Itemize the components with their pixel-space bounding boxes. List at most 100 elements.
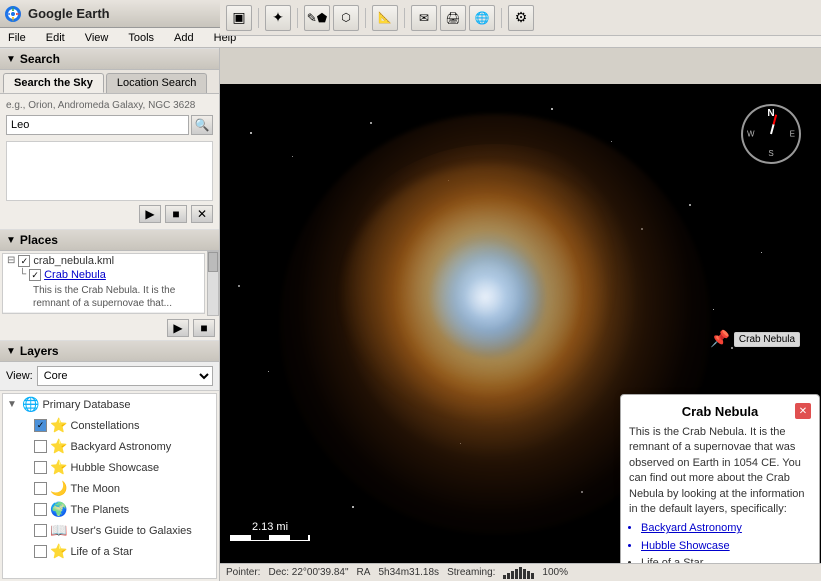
places-controls: ▶ ■: [0, 316, 219, 340]
layers-section-label: Layers: [20, 344, 59, 358]
places-scroll-thumb[interactable]: [208, 252, 218, 272]
places-play-button[interactable]: ▶: [167, 319, 189, 337]
stream-bar-5: [519, 567, 522, 579]
tab-search-sky[interactable]: Search the Sky: [3, 73, 104, 93]
places-item-crab: └ ✓ Crab Nebula: [3, 268, 204, 282]
compass-east-label: E: [790, 130, 795, 139]
zoom-level: 100%: [542, 567, 568, 578]
menu-edit[interactable]: Edit: [42, 31, 69, 45]
play-button[interactable]: ▶: [139, 205, 161, 223]
draw-button[interactable]: ✎⬟: [304, 5, 330, 31]
ra-label: RA: [357, 567, 371, 578]
map-area[interactable]: N S W E 📌 Crab Nebula Crab Nebula ✕ This…: [220, 84, 821, 563]
popup-list-item-hubble[interactable]: Hubble Showcase: [641, 539, 811, 554]
layer-hubble: ⭐ Hubble Showcase: [3, 457, 216, 478]
menu-add[interactable]: Add: [170, 31, 198, 45]
clear-button[interactable]: ✕: [191, 205, 213, 223]
view-select[interactable]: Core All: [37, 366, 213, 386]
streaming-label: Streaming:: [447, 567, 495, 578]
placemark-crab-nebula[interactable]: 📌 Crab Nebula: [710, 329, 800, 349]
nebula-core: [385, 214, 585, 399]
moon-checkbox[interactable]: [34, 482, 47, 495]
print-button[interactable]: 🖨: [440, 5, 466, 31]
places-tree: ⊟ ✓ crab_nebula.kml └ ✓ Crab Nebula This…: [2, 253, 205, 314]
email-button[interactable]: ✉: [411, 5, 437, 31]
primary-db-icon: 🌐: [22, 396, 39, 413]
stream-bar-4: [515, 569, 518, 579]
search-input[interactable]: [6, 115, 189, 135]
scale-seg-1: [231, 535, 251, 540]
measure-button[interactable]: ⬡: [333, 5, 359, 31]
places-section-header[interactable]: ▼ Places: [0, 229, 219, 251]
search-button[interactable]: 🔍: [191, 115, 213, 135]
menu-tools[interactable]: Tools: [124, 31, 158, 45]
primary-db-expand[interactable]: ▼: [7, 399, 19, 410]
guide-checkbox[interactable]: [34, 524, 47, 537]
moon-label: The Moon: [70, 483, 120, 495]
kml-checkbox[interactable]: ✓: [18, 255, 30, 267]
app-icon: [4, 5, 22, 23]
backyard-checkbox[interactable]: [34, 440, 47, 453]
streaming-indicator: [503, 567, 534, 579]
layers-view-row: View: Core All: [0, 362, 219, 391]
stop-button[interactable]: ■: [165, 205, 187, 223]
toolbar-separator-4: [404, 8, 405, 28]
stream-bar-6: [523, 569, 526, 579]
scale-seg-3: [270, 535, 290, 540]
popup-close-button[interactable]: ✕: [795, 403, 811, 419]
left-panel: ▼ Search Search the Sky Location Search …: [0, 48, 220, 581]
pointer-coords: Dec: 22°00'39.84": [268, 567, 348, 578]
hubble-checkbox[interactable]: [34, 461, 47, 474]
map-toolbar: ▣ ✦ ✎⬟ ⬡ 📐 ✉ 🖨 🌐 ⚙: [220, 0, 821, 36]
settings-button[interactable]: ⚙: [508, 5, 534, 31]
places-item-kml: ⊟ ✓ crab_nebula.kml: [3, 254, 204, 268]
ra-value: 5h34m31.18s: [378, 567, 439, 578]
stream-bar-3: [511, 571, 514, 579]
menu-file[interactable]: File: [4, 31, 30, 45]
tab-location-search[interactable]: Location Search: [106, 73, 208, 93]
search-input-row: 🔍: [6, 115, 213, 135]
planets-label: The Planets: [70, 504, 129, 516]
crab-nebula-label[interactable]: Crab Nebula: [44, 269, 106, 281]
view-label: View:: [6, 370, 33, 382]
popup-list: Backyard Astronomy Hubble Showcase Life …: [641, 521, 811, 563]
layers-section-header[interactable]: ▼ Layers: [0, 340, 219, 362]
sidebar-toggle-button[interactable]: ▣: [226, 5, 252, 31]
web-button[interactable]: 🌐: [469, 5, 495, 31]
scale-seg-4: [290, 535, 310, 540]
planets-checkbox[interactable]: [34, 503, 47, 516]
layer-primary-db: ▼ 🌐 Primary Database: [3, 394, 216, 415]
popup-header: Crab Nebula ✕: [629, 403, 811, 419]
places-scrollbar[interactable]: [207, 251, 219, 316]
hubble-icon: ⭐: [50, 459, 67, 476]
life-star-checkbox[interactable]: [34, 545, 47, 558]
popup-list-item-backyard[interactable]: Backyard Astronomy: [641, 521, 811, 536]
ruler-button[interactable]: 📐: [372, 5, 398, 31]
kml-file-label[interactable]: crab_nebula.kml: [33, 255, 114, 267]
compass-west-label: W: [747, 130, 755, 139]
places-section-label: Places: [20, 233, 58, 247]
primary-db-label: Primary Database: [42, 399, 130, 411]
moon-icon: 🌙: [50, 480, 67, 497]
toolbar-separator-1: [258, 8, 259, 28]
crab-expand-icon[interactable]: └: [19, 269, 26, 280]
hubble-label: Hubble Showcase: [70, 462, 159, 474]
constellations-checkbox[interactable]: ✓: [34, 419, 47, 432]
guide-label: User's Guide to Galaxies: [70, 525, 191, 537]
sun-button[interactable]: ✦: [265, 5, 291, 31]
places-collapse-arrow: ▼: [6, 235, 16, 246]
popup-list-item-lifestar: Life of a Star: [641, 556, 811, 563]
search-content: e.g., Orion, Andromeda Galaxy, NGC 3628 …: [0, 94, 219, 229]
popup-text: This is the Crab Nebula. It is the remna…: [629, 426, 805, 515]
places-stop-button[interactable]: ■: [193, 319, 215, 337]
crab-checkbox[interactable]: ✓: [29, 269, 41, 281]
compass-south-label: S: [768, 149, 773, 158]
status-bar: Pointer: Dec: 22°00'39.84" RA 5h34m31.18…: [220, 563, 821, 581]
info-popup: Crab Nebula ✕ This is the Crab Nebula. I…: [620, 394, 820, 563]
layer-constellations: ✓ ⭐ Constellations: [3, 415, 216, 436]
search-section-header[interactable]: ▼ Search: [0, 48, 219, 70]
kml-expand-icon[interactable]: ⊟: [7, 255, 15, 266]
places-description: This is the Crab Nebula. It is the remna…: [3, 282, 204, 313]
menu-view[interactable]: View: [81, 31, 113, 45]
stream-bar-2: [507, 573, 510, 579]
